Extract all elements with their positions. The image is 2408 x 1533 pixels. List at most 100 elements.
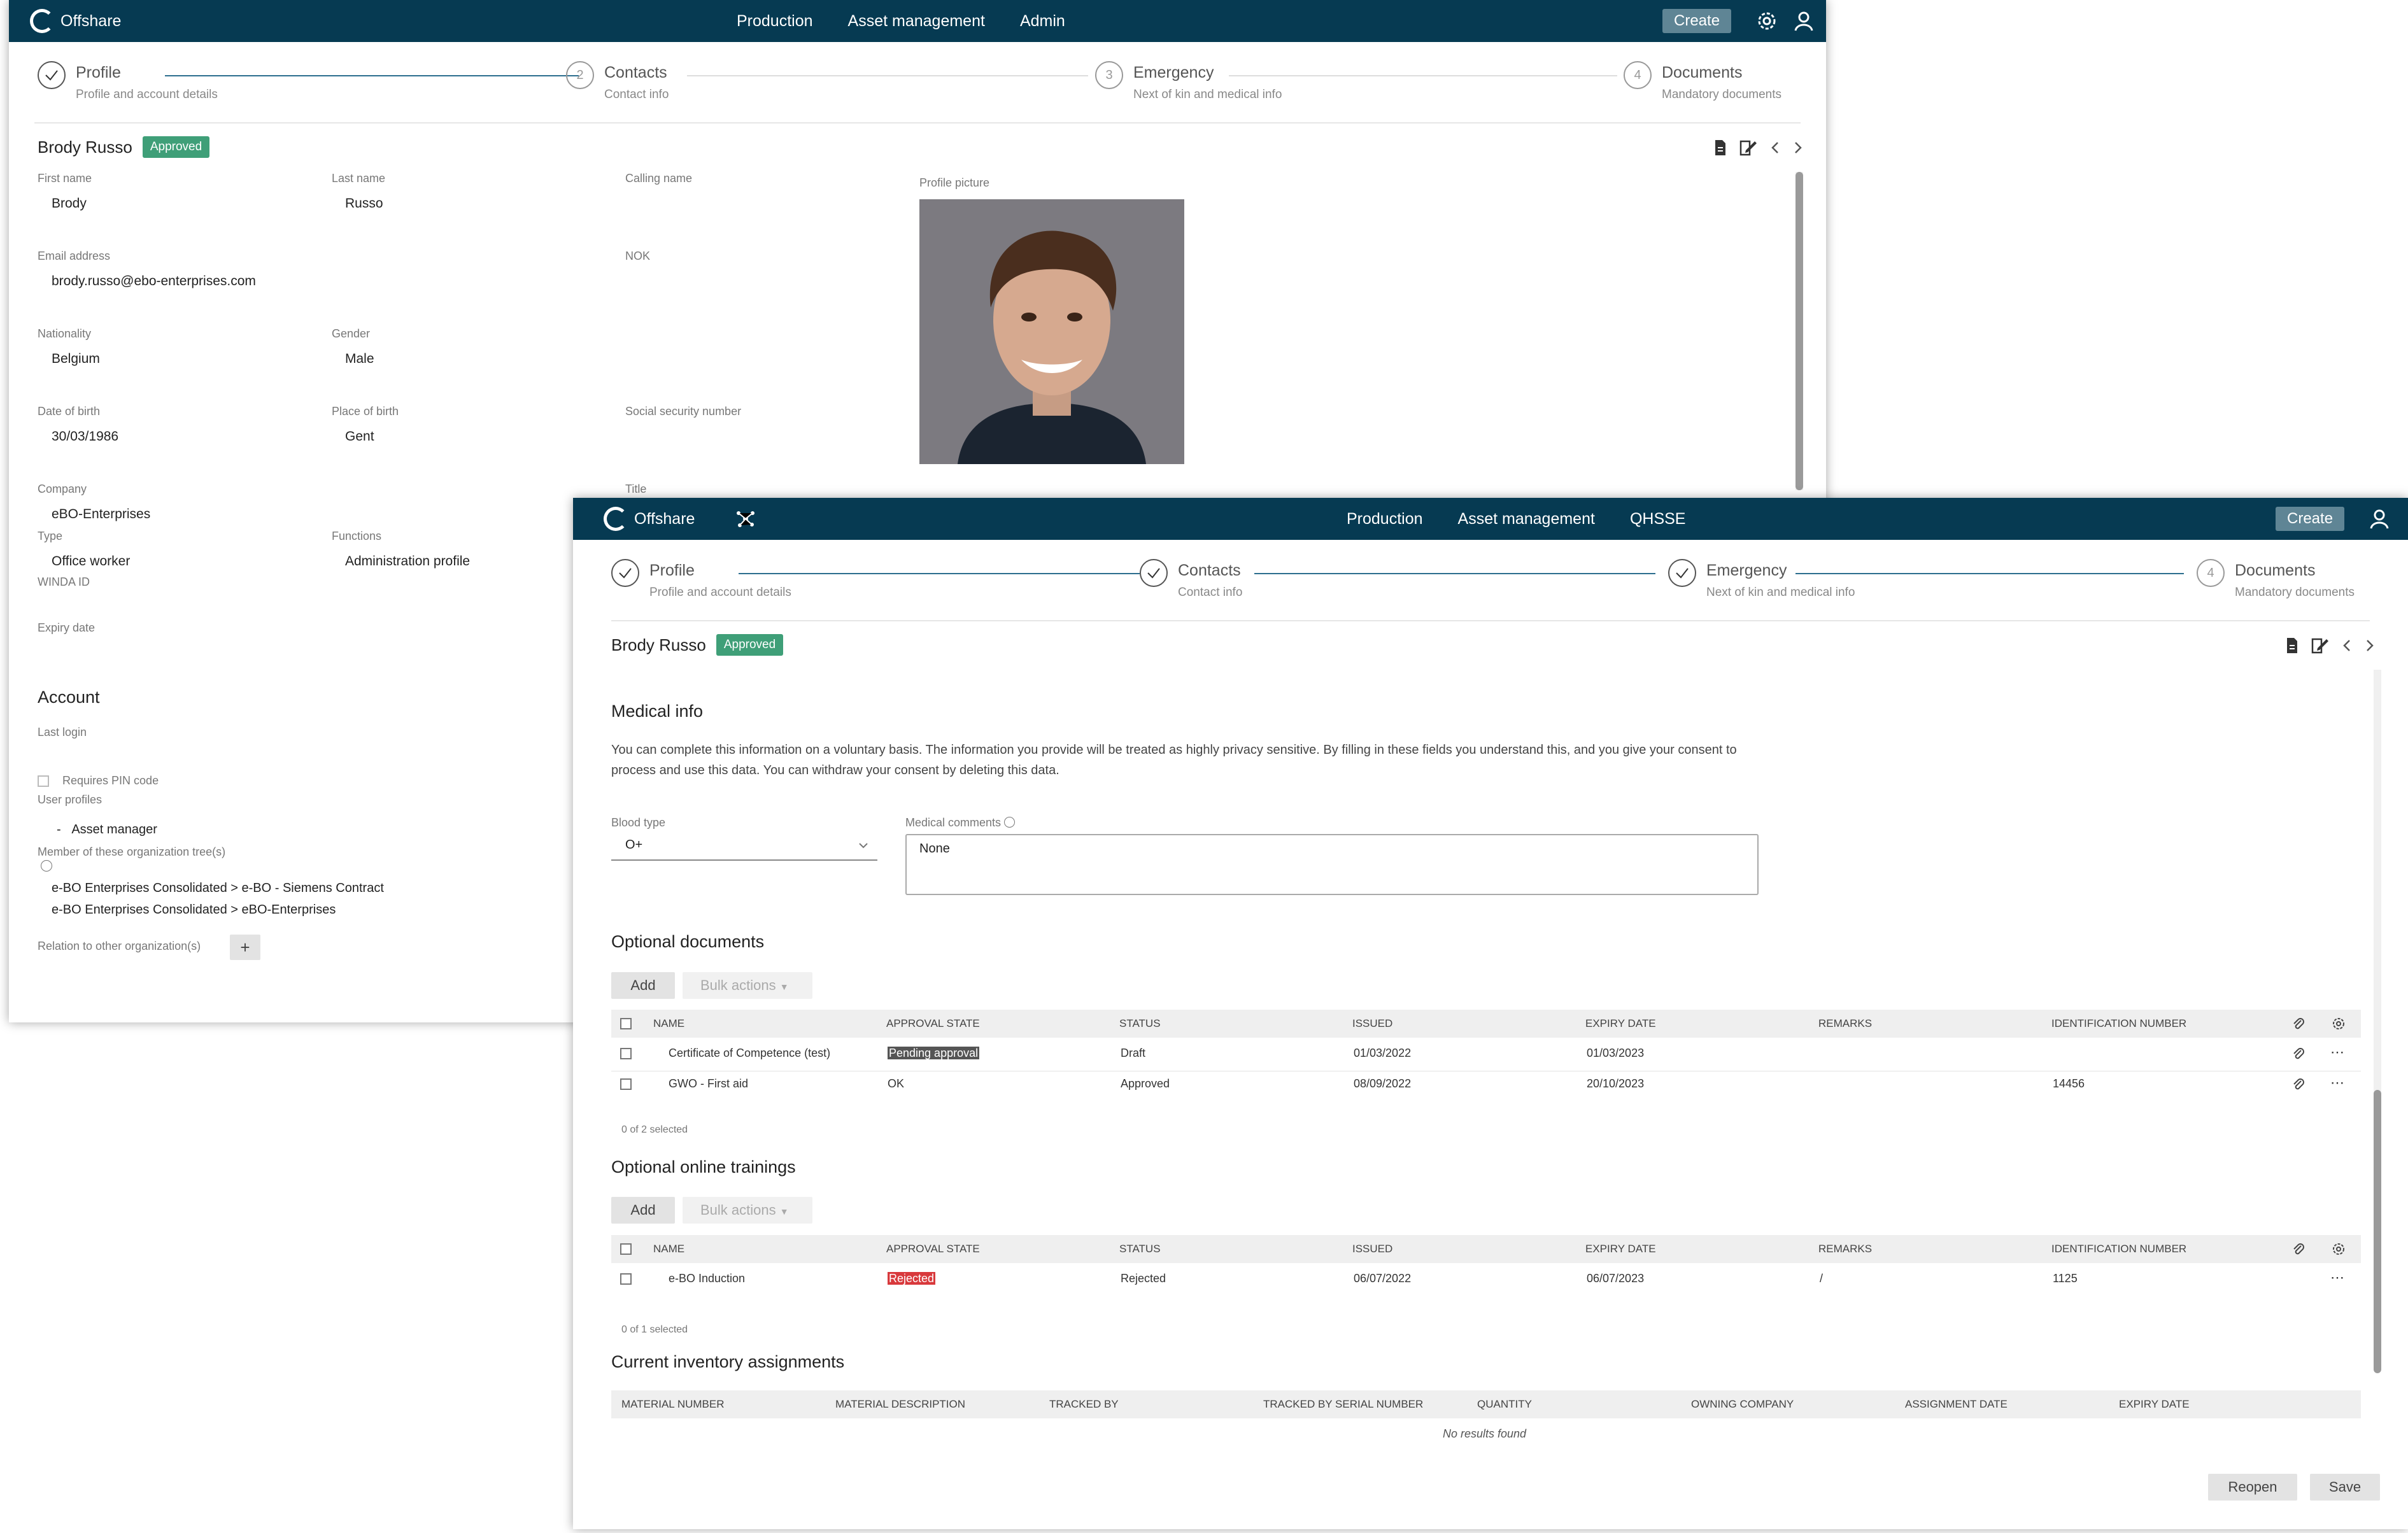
reopen-button[interactable]: Reopen [2208, 1474, 2297, 1501]
col-expiry-date[interactable]: EXPIRY DATE [2119, 1390, 2190, 1418]
menu-qhsse[interactable]: QHSSE [1630, 510, 1686, 528]
gear-icon[interactable] [2332, 1242, 2346, 1256]
chevron-right-icon[interactable] [2365, 639, 2375, 653]
col-status[interactable]: STATUS [1119, 1010, 1161, 1038]
record-actions [1714, 139, 1803, 157]
app-name: Offshare [634, 509, 695, 528]
medical-comments-textarea[interactable]: None [905, 834, 1759, 895]
step-number: 4 [2197, 559, 2225, 587]
info-icon[interactable] [41, 860, 52, 872]
offshare-logo[interactable]: Offshare [30, 8, 121, 34]
scrollbar-thumb[interactable] [2374, 1090, 2381, 1373]
menu-asset-management[interactable]: Asset management [1458, 510, 1595, 528]
step-title: Profile [76, 64, 121, 81]
functions-label: Functions [332, 530, 382, 542]
user-icon[interactable] [1792, 9, 1816, 33]
col-status[interactable]: STATUS [1119, 1235, 1161, 1263]
col-issued[interactable]: ISSUED [1352, 1010, 1392, 1038]
chevron-right-icon[interactable] [1793, 141, 1803, 155]
col-tracked-by[interactable]: TRACKED BY [1049, 1390, 1119, 1418]
edit-document-icon[interactable] [1739, 139, 1757, 157]
document-icon[interactable] [2286, 637, 2298, 654]
training-name[interactable]: e-BO Induction [669, 1272, 745, 1285]
paperclip-icon[interactable] [2292, 1077, 2305, 1091]
step-number: 2 [566, 61, 594, 89]
step-number: 3 [1095, 61, 1123, 89]
more-actions-icon[interactable]: ⋯ [2330, 1269, 2344, 1286]
create-button[interactable]: Create [1662, 9, 1732, 33]
pin-checkbox[interactable] [38, 775, 49, 787]
document-icon[interactable] [1714, 139, 1727, 156]
step-connector [1795, 573, 2184, 574]
bulk-actions-label: Bulk actions [700, 977, 776, 993]
gear-icon[interactable] [1755, 9, 1779, 33]
save-button[interactable]: Save [2310, 1474, 2380, 1501]
info-icon[interactable] [1004, 817, 1016, 828]
chevron-left-icon[interactable] [1770, 141, 1780, 155]
step-title: Documents [1662, 64, 1743, 81]
select-all-checkbox[interactable] [620, 1243, 632, 1255]
chevron-left-icon[interactable] [2342, 639, 2352, 653]
last-name-label: Last name [332, 172, 386, 185]
menu-admin[interactable]: Admin [1020, 12, 1065, 31]
training-approval-state: Rejected [888, 1272, 936, 1285]
menu-asset-management[interactable]: Asset management [848, 12, 985, 31]
bulk-actions-button[interactable]: Bulk actions ▼ [683, 972, 812, 999]
more-actions-icon[interactable]: ⋯ [2330, 1075, 2344, 1091]
pob-label: Place of birth [332, 405, 399, 418]
step-subtitle: Next of kin and medical info [1706, 586, 1855, 599]
menu-production[interactable]: Production [737, 12, 813, 31]
doc-identification-number: 14456 [2053, 1077, 2085, 1090]
row-checkbox[interactable] [620, 1048, 632, 1059]
col-remarks[interactable]: REMARKS [1818, 1235, 1872, 1263]
col-identification-number[interactable]: IDENTIFICATION NUMBER [2051, 1235, 2186, 1263]
paperclip-icon[interactable] [2292, 1047, 2305, 1061]
col-material-description[interactable]: MATERIAL DESCRIPTION [835, 1390, 965, 1418]
add-document-button[interactable]: Add [611, 972, 675, 999]
first-name-value: Brody [52, 196, 87, 211]
menu-production[interactable]: Production [1347, 510, 1423, 528]
person-name: Brody Russo [611, 635, 706, 654]
col-approval-state[interactable]: APPROVAL STATE [886, 1010, 980, 1038]
col-tracked-by-serial-number[interactable]: TRACKED BY SERIAL NUMBER [1263, 1390, 1423, 1418]
col-issued[interactable]: ISSUED [1352, 1235, 1392, 1263]
col-name[interactable]: NAME [653, 1010, 684, 1038]
dob-label: Date of birth [38, 405, 101, 418]
paperclip-icon [2293, 1018, 2304, 1029]
col-assignment-date[interactable]: ASSIGNMENT DATE [1905, 1390, 2008, 1418]
edit-document-icon[interactable] [2311, 637, 2329, 654]
scrollbar-thumb[interactable] [1795, 172, 1803, 490]
caret-down-icon: ▼ [779, 982, 789, 992]
paperclip-icon [2293, 1243, 2304, 1255]
check-icon [1668, 559, 1696, 587]
create-button[interactable]: Create [2276, 507, 2345, 531]
bulk-actions-button[interactable]: Bulk actions ▼ [683, 1197, 812, 1224]
col-expiry-date[interactable]: EXPIRY DATE [1585, 1235, 1656, 1263]
pin-label: Requires PIN code [62, 774, 159, 787]
col-quantity[interactable]: QUANTITY [1477, 1390, 1532, 1418]
col-approval-state[interactable]: APPROVAL STATE [886, 1235, 980, 1263]
pob-value: Gent [345, 429, 374, 444]
col-identification-number[interactable]: IDENTIFICATION NUMBER [2051, 1010, 2186, 1038]
row-checkbox[interactable] [620, 1273, 632, 1285]
doc-name[interactable]: GWO - First aid [669, 1077, 748, 1091]
col-material-number[interactable]: MATERIAL NUMBER [621, 1390, 725, 1418]
col-expiry-date[interactable]: EXPIRY DATE [1585, 1010, 1656, 1038]
blood-type-select[interactable]: O+ [611, 833, 877, 861]
add-training-button[interactable]: Add [611, 1197, 675, 1224]
col-owning-company[interactable]: OWNING COMPANY [1691, 1390, 1794, 1418]
col-remarks[interactable]: REMARKS [1818, 1010, 1872, 1038]
col-name[interactable]: NAME [653, 1235, 684, 1263]
network-icon[interactable] [733, 507, 758, 531]
user-icon[interactable] [2367, 507, 2391, 531]
more-actions-icon[interactable]: ⋯ [2330, 1044, 2344, 1061]
gear-icon[interactable] [2332, 1017, 2346, 1031]
row-checkbox[interactable] [620, 1078, 632, 1090]
user-profile-item: - Asset manager [57, 823, 157, 837]
offshare-logo[interactable]: Offshare [604, 505, 695, 532]
doc-name[interactable]: Certificate of Competence (test) [669, 1047, 830, 1060]
gender-value: Male [345, 351, 374, 366]
select-all-checkbox[interactable] [620, 1018, 632, 1029]
dob-value: 30/03/1986 [52, 429, 119, 444]
add-relation-button[interactable]: + [230, 935, 260, 960]
